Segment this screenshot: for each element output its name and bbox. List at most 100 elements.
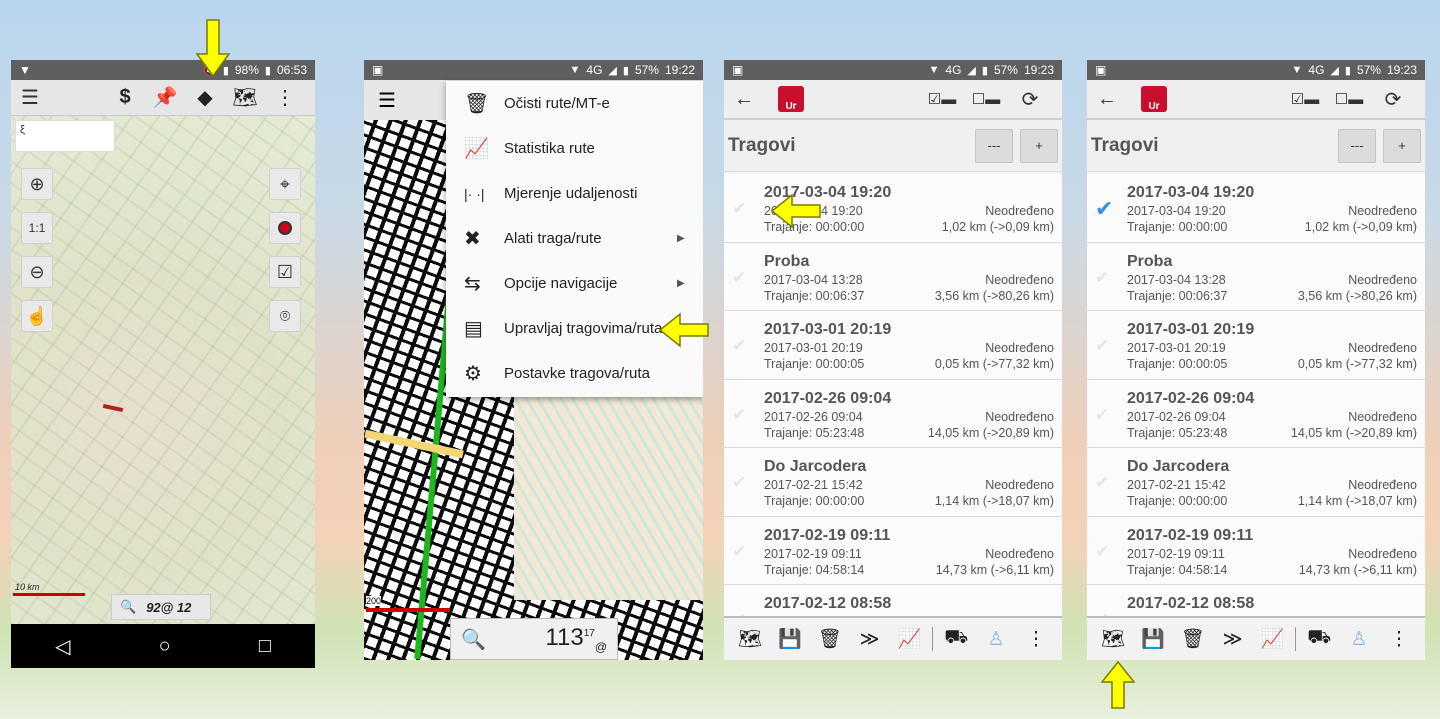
- table-row[interactable]: ✔ 2017-03-01 20:19 2017-03-01 20:19 Neodređ…: [724, 311, 1062, 380]
- track-name: 2017-02-12 08:58: [1127, 595, 1255, 612]
- row-checkbox[interactable]: ✔: [732, 200, 750, 218]
- row-checkbox[interactable]: ✔: [1095, 474, 1113, 492]
- track-name: Proba: [1127, 252, 1173, 270]
- more-icon[interactable]: ⋮: [1019, 628, 1053, 651]
- zoom-out-icon[interactable]: ⊖: [21, 256, 53, 288]
- record-button[interactable]: [269, 212, 301, 244]
- menu-item-route-stats[interactable]: 📈 Statistika rute: [446, 126, 703, 171]
- battery-icon: ▮: [622, 64, 629, 77]
- map-icon[interactable]: 🗺: [225, 85, 265, 110]
- menu-item-clear-routes[interactable]: 🗑 Očisti rute/MT-e: [446, 81, 703, 126]
- trash-icon[interactable]: 🗑: [1176, 627, 1210, 651]
- select-all-icon[interactable]: ☑▬: [920, 90, 964, 108]
- track-date: 2017-02-19 09:11: [1127, 546, 1225, 561]
- zoom-sup: 17: [583, 628, 595, 640]
- track-date: 2017-03-04 19:20: [1127, 204, 1226, 218]
- select-none-icon[interactable]: ☐▬: [964, 90, 1008, 108]
- signpost-icon: ⇆: [464, 273, 481, 295]
- menu-icon[interactable]: ☰: [21, 85, 61, 110]
- touch-icon[interactable]: ☝: [21, 300, 53, 332]
- expand-button[interactable]: +: [1383, 128, 1421, 163]
- save-icon[interactable]: 💾: [1136, 627, 1170, 651]
- more-icon[interactable]: ⋮: [265, 85, 305, 110]
- row-checkbox[interactable]: ✔: [732, 542, 750, 561]
- track-distance: 1,02 km (->0,09 km): [1304, 220, 1417, 234]
- table-row[interactable]: ✔ 2017-02-26 09:04 2017-02-26 09:04 Neodređ…: [724, 379, 1062, 448]
- row-checkbox[interactable]: ✔: [732, 405, 750, 424]
- row-checkbox[interactable]: ✔: [1095, 542, 1113, 561]
- locate-icon[interactable]: ⌖: [269, 168, 301, 200]
- table-row[interactable]: ✔ Do Jarcodera 2017-02-21 15:42 Neodređeno T…: [724, 448, 1062, 517]
- track-type: Neodređeno: [1348, 478, 1417, 492]
- table-row[interactable]: ✔ 2017-03-04 19:20 2017-03-04 19:20 Neodređ…: [1087, 174, 1425, 243]
- collapse-button[interactable]: ---: [975, 128, 1013, 163]
- back-arrow-icon[interactable]: ←: [734, 88, 778, 111]
- table-row[interactable]: ✔ 2017-02-19 09:11 2017-02-19 09:11 Neodređ…: [1087, 516, 1425, 585]
- clock-text: 06:53: [276, 63, 307, 77]
- merge-icon[interactable]: ≫: [1216, 628, 1250, 651]
- route-add-icon[interactable]: ⛟: [939, 627, 973, 651]
- table-row[interactable]: ✔ 2017-02-26 09:04 2017-02-26 09:04 Neodređ…: [1087, 379, 1425, 448]
- expand-button[interactable]: +: [1020, 128, 1058, 163]
- recents-icon[interactable]: □: [259, 635, 271, 658]
- row-checkbox[interactable]: ✔: [1095, 337, 1113, 355]
- refresh-icon[interactable]: ⟳: [1371, 87, 1415, 112]
- table-row[interactable]: ✔ Proba 2017-03-04 13:28 Neodređeno Trajanje…: [1087, 242, 1425, 311]
- table-row[interactable]: ✔ Do Jarcodera 2017-02-21 15:42 Neodređeno T…: [1087, 448, 1425, 517]
- select-all-icon[interactable]: ☑▬: [1283, 90, 1327, 108]
- search-box[interactable]: ξ: [15, 120, 115, 152]
- status-bar: ▣ ▼ 4G ◢ ▮ 57% 19:23: [1087, 60, 1425, 80]
- menu-item-track-tools[interactable]: ✖ Alati traga/rute ▶: [446, 216, 703, 261]
- chart-icon[interactable]: 📈: [892, 627, 926, 651]
- menu-item-measure-distance[interactable]: |· ·| Mjerenje udaljenosti: [446, 171, 703, 216]
- collapse-button[interactable]: ---: [1338, 128, 1376, 163]
- track-duration: Trajanje: 05:23:48: [1127, 425, 1228, 440]
- merge-icon[interactable]: ≫: [853, 628, 887, 651]
- person-icon[interactable]: ♙: [979, 628, 1013, 651]
- table-row[interactable]: ✔ Proba 2017-03-04 13:28 Neodređeno Trajanje…: [724, 242, 1062, 311]
- home-icon[interactable]: ○: [159, 635, 171, 658]
- zoom-in-icon[interactable]: ⊕: [21, 168, 53, 200]
- person-icon[interactable]: ♙: [1342, 628, 1376, 651]
- back-arrow-icon[interactable]: ←: [1097, 88, 1141, 111]
- zoom-indicator[interactable]: 🔍 92@ 12: [111, 594, 211, 620]
- trash-icon[interactable]: 🗑: [813, 627, 847, 651]
- map-canvas[interactable]: ξ ⊕ 1:1 ⊖ ☝ ⌖ ☑ ⌾: [11, 116, 315, 624]
- row-checkbox[interactable]: ✔: [1095, 198, 1113, 220]
- status-bar: ▣ ▼ 4G ◢ ▮ 57% 19:22: [364, 60, 703, 80]
- row-checkbox[interactable]: ✔: [1095, 405, 1113, 424]
- pin-icon[interactable]: 📌: [145, 85, 185, 110]
- map-icon[interactable]: 🗺: [1096, 627, 1130, 651]
- location-clip-icon[interactable]: ⌾: [269, 300, 301, 332]
- zoom-1to1-icon[interactable]: 1:1: [21, 212, 53, 244]
- more-icon[interactable]: ⋮: [1382, 628, 1416, 651]
- chart-icon[interactable]: 📈: [1255, 627, 1289, 651]
- row-checkbox[interactable]: ✔: [1095, 268, 1113, 287]
- table-row[interactable]: ✔2017-02-12 08:58: [724, 585, 1062, 616]
- row-checkbox[interactable]: ✔: [732, 474, 750, 492]
- clock-text: 19:22: [664, 63, 695, 77]
- row-checkbox[interactable]: ✔: [732, 337, 750, 355]
- menu-icon[interactable]: ☰: [378, 88, 396, 113]
- track-line: [102, 403, 124, 413]
- battery-text: 57%: [634, 63, 659, 77]
- menu-item-track-settings[interactable]: ⚙ Postavke tragova/ruta: [446, 351, 703, 396]
- checklist-icon[interactable]: ☑: [269, 256, 301, 288]
- route-add-icon[interactable]: ⛟: [1302, 627, 1336, 651]
- phone-menu-view: ▣ ▼ 4G ◢ ▮ 57% 19:22 ☰ 200 🔍 11317@ 🗑 Oč…: [364, 60, 703, 660]
- track-type: Neodređeno: [985, 272, 1054, 287]
- back-icon[interactable]: ◁: [55, 634, 70, 659]
- dollar-route-icon[interactable]: $: [105, 86, 145, 109]
- map-icon[interactable]: 🗺: [733, 627, 767, 651]
- save-icon[interactable]: 💾: [773, 627, 807, 651]
- row-checkbox[interactable]: ✔: [732, 268, 750, 287]
- zoom-indicator[interactable]: 🔍 11317@: [450, 618, 618, 660]
- refresh-icon[interactable]: ⟳: [1008, 87, 1052, 112]
- table-row[interactable]: ✔2017-02-12 08:58: [1087, 585, 1425, 616]
- table-row[interactable]: ✔ 2017-02-19 09:11 2017-02-19 09:11 Neodređ…: [724, 516, 1062, 585]
- select-none-icon[interactable]: ☐▬: [1327, 90, 1371, 108]
- navigate-icon[interactable]: ◆: [185, 85, 225, 110]
- table-row[interactable]: ✔ 2017-03-01 20:19 2017-03-01 20:19 Neodređ…: [1087, 311, 1425, 380]
- record-icon: [278, 221, 292, 235]
- menu-item-navigation-options[interactable]: ⇆ Opcije navigacije ▶: [446, 261, 703, 306]
